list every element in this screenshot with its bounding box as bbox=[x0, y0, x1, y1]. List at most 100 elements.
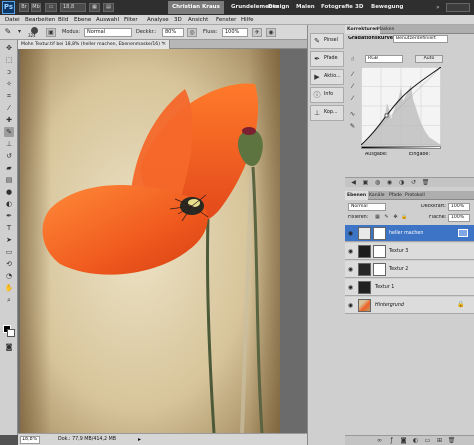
menu-analyse[interactable]: Analyse bbox=[147, 15, 169, 25]
3d-rotate-tool-icon[interactable]: ⟲ bbox=[4, 259, 14, 269]
curves-graph[interactable] bbox=[361, 67, 441, 145]
layer-row-textur-3[interactable]: ◉ Textur 3 bbox=[345, 243, 474, 260]
history-brush-tool-icon[interactable]: ↺ bbox=[4, 151, 14, 161]
menu-hilfe[interactable]: Hilfe bbox=[241, 15, 254, 25]
tool-preset-arrow-icon[interactable]: ▾ bbox=[16, 28, 23, 37]
add-mask-icon[interactable]: ◙ bbox=[399, 436, 408, 445]
auto-button[interactable]: Auto bbox=[415, 55, 443, 63]
new-group-icon[interactable]: ▭ bbox=[423, 436, 432, 445]
eye-icon[interactable]: ◉ bbox=[347, 266, 354, 273]
move-tool-icon[interactable]: ✥ bbox=[4, 43, 14, 53]
on-image-adjust-icon[interactable]: ☝ bbox=[348, 55, 357, 64]
layer-thumbnail[interactable] bbox=[358, 281, 371, 294]
layer-name[interactable]: Hintergrund bbox=[375, 297, 404, 314]
blur-tool-icon[interactable]: ● bbox=[4, 187, 14, 197]
grid-icon[interactable]: ▦ bbox=[89, 3, 100, 12]
hand-tool-icon[interactable]: ✋ bbox=[4, 283, 14, 293]
layer-opacity-field[interactable]: 100% bbox=[448, 203, 470, 211]
workspace-bewegung[interactable]: Bewegung bbox=[371, 1, 403, 14]
menu-ansicht[interactable]: Ansicht bbox=[188, 15, 208, 25]
delete-layer-icon[interactable]: 🗑 bbox=[447, 436, 456, 445]
marquee-tool-icon[interactable]: ⬚ bbox=[4, 55, 14, 65]
minibridge-button[interactable]: Mb bbox=[31, 3, 41, 12]
dock-info[interactable]: ⓘ Info bbox=[310, 87, 344, 103]
layer-name[interactable]: Textur 1 bbox=[375, 279, 394, 296]
menu-3d[interactable]: 3D bbox=[174, 15, 182, 25]
lock-pixels-icon[interactable]: ✎ bbox=[382, 213, 391, 222]
crop-tool-icon[interactable]: ⌗ bbox=[4, 91, 14, 101]
workspace-3d[interactable]: 3D bbox=[355, 1, 363, 14]
dock-kopierquelle[interactable]: ⊥ Kop... bbox=[310, 105, 344, 121]
bridge-button[interactable]: Br bbox=[19, 3, 29, 12]
menu-fenster[interactable]: Fenster bbox=[216, 15, 236, 25]
healing-brush-tool-icon[interactable]: ✚ bbox=[4, 115, 14, 125]
3d-orbit-tool-icon[interactable]: ◔ bbox=[4, 271, 14, 281]
expand-view-icon[interactable]: ▣ bbox=[361, 178, 370, 187]
tab-pfade[interactable]: Pfade bbox=[387, 191, 404, 200]
status-arrow-icon[interactable]: ▸ bbox=[138, 437, 141, 443]
quick-selection-tool-icon[interactable]: ✧ bbox=[4, 79, 14, 89]
eye-icon[interactable]: ◉ bbox=[347, 302, 354, 309]
layer-mask-thumbnail[interactable] bbox=[373, 245, 386, 258]
dock-pfade[interactable]: ✒ Pfade bbox=[310, 51, 344, 67]
link-layers-icon[interactable]: ∞ bbox=[375, 436, 384, 445]
pen-tool-icon[interactable]: ✒ bbox=[4, 211, 14, 221]
channel-dropdown[interactable]: RGB bbox=[365, 55, 403, 63]
pencil-draw-icon[interactable]: ✎ bbox=[348, 122, 357, 131]
path-selection-tool-icon[interactable]: ➤ bbox=[4, 235, 14, 245]
eye-icon[interactable]: ◉ bbox=[347, 230, 354, 237]
eyedropper-white-icon[interactable]: ⁄ bbox=[348, 94, 357, 103]
pressure-size-icon[interactable]: ◉ bbox=[266, 28, 276, 37]
brush-preset-picker[interactable]: 324 bbox=[28, 27, 42, 38]
background-layer-thumbnail[interactable] bbox=[358, 299, 371, 312]
menu-datei[interactable]: Datei bbox=[5, 15, 20, 25]
opacity-field[interactable]: 80% bbox=[162, 28, 184, 37]
menu-bild[interactable]: Bild bbox=[58, 15, 68, 25]
curves-adjustment-thumbnail[interactable] bbox=[358, 227, 371, 240]
lock-all-icon[interactable]: 🔒 bbox=[400, 213, 409, 222]
layer-mask-thumbnail[interactable] bbox=[373, 263, 386, 276]
background-color-swatch[interactable] bbox=[7, 329, 15, 337]
menu-bearbeiten[interactable]: Bearbeiten bbox=[25, 15, 55, 25]
visibility-icon[interactable]: ◉ bbox=[385, 178, 394, 187]
workspace-malen[interactable]: Malen bbox=[296, 1, 315, 14]
lock-transparent-icon[interactable]: ▦ bbox=[373, 213, 382, 222]
pressure-opacity-icon[interactable]: ◎ bbox=[187, 28, 197, 37]
zoom-tool-icon[interactable]: ⌕ bbox=[4, 295, 14, 305]
curves-preset-dropdown[interactable]: Benutzerdefiniert bbox=[393, 35, 448, 43]
tab-protokoll[interactable]: Protokoll bbox=[403, 191, 427, 200]
new-layer-icon[interactable]: ⊞ bbox=[435, 436, 444, 445]
eyedropper-black-icon[interactable]: ⁄ bbox=[348, 70, 357, 79]
dock-aktionen[interactable]: ▶ Aktio... bbox=[310, 69, 344, 85]
reset-icon[interactable]: ↺ bbox=[409, 178, 418, 187]
tab-masken[interactable]: Masken bbox=[375, 25, 396, 34]
eye-icon[interactable]: ◉ bbox=[347, 248, 354, 255]
layer-row-textur-1[interactable]: ◉ Textur 1 bbox=[345, 279, 474, 296]
menu-auswahl[interactable]: Auswahl bbox=[96, 15, 119, 25]
new-adjustment-icon[interactable]: ◐ bbox=[411, 436, 420, 445]
eyedropper-gray-icon[interactable]: ⁄ bbox=[348, 82, 357, 91]
clone-stamp-tool-icon[interactable]: ⊥ bbox=[4, 139, 14, 149]
brush-tool-icon-active[interactable]: ✎ bbox=[4, 127, 14, 137]
more-workspaces-icon[interactable]: » bbox=[436, 1, 440, 14]
brush-panel-icon[interactable]: ▣ bbox=[46, 28, 56, 37]
tab-ebenen[interactable]: Ebenen bbox=[345, 191, 369, 200]
curve-edit-icon[interactable]: ∿ bbox=[348, 110, 357, 119]
eye-icon[interactable]: ◉ bbox=[347, 284, 354, 291]
lock-position-icon[interactable]: ✥ bbox=[391, 213, 400, 222]
blend-mode-dropdown[interactable]: Normal bbox=[84, 28, 132, 37]
status-zoom-field[interactable]: 18,8% bbox=[20, 436, 40, 444]
layer-thumbnail[interactable] bbox=[358, 263, 371, 276]
lasso-tool-icon[interactable]: ↄ bbox=[4, 67, 14, 77]
delete-adjustment-icon[interactable]: 🗑 bbox=[421, 178, 430, 187]
tab-kanaele[interactable]: Kanäle bbox=[367, 191, 387, 200]
menu-filter[interactable]: Filter bbox=[124, 15, 138, 25]
workspace-design[interactable]: Design bbox=[268, 1, 289, 14]
close-document-icon[interactable]: × bbox=[162, 40, 166, 49]
document-tab[interactable]: Mohn Textur.tif bei 18,8% (heller machen… bbox=[18, 40, 170, 49]
layer-row-heller-machen[interactable]: ◉ heller machen bbox=[345, 225, 474, 242]
eyedropper-tool-icon[interactable]: ⁄ bbox=[4, 103, 14, 113]
arrange-documents-icon[interactable]: ▤ bbox=[103, 3, 114, 12]
eraser-tool-icon[interactable]: ▰ bbox=[4, 163, 14, 173]
clip-layer-icon[interactable]: ◍ bbox=[373, 178, 382, 187]
